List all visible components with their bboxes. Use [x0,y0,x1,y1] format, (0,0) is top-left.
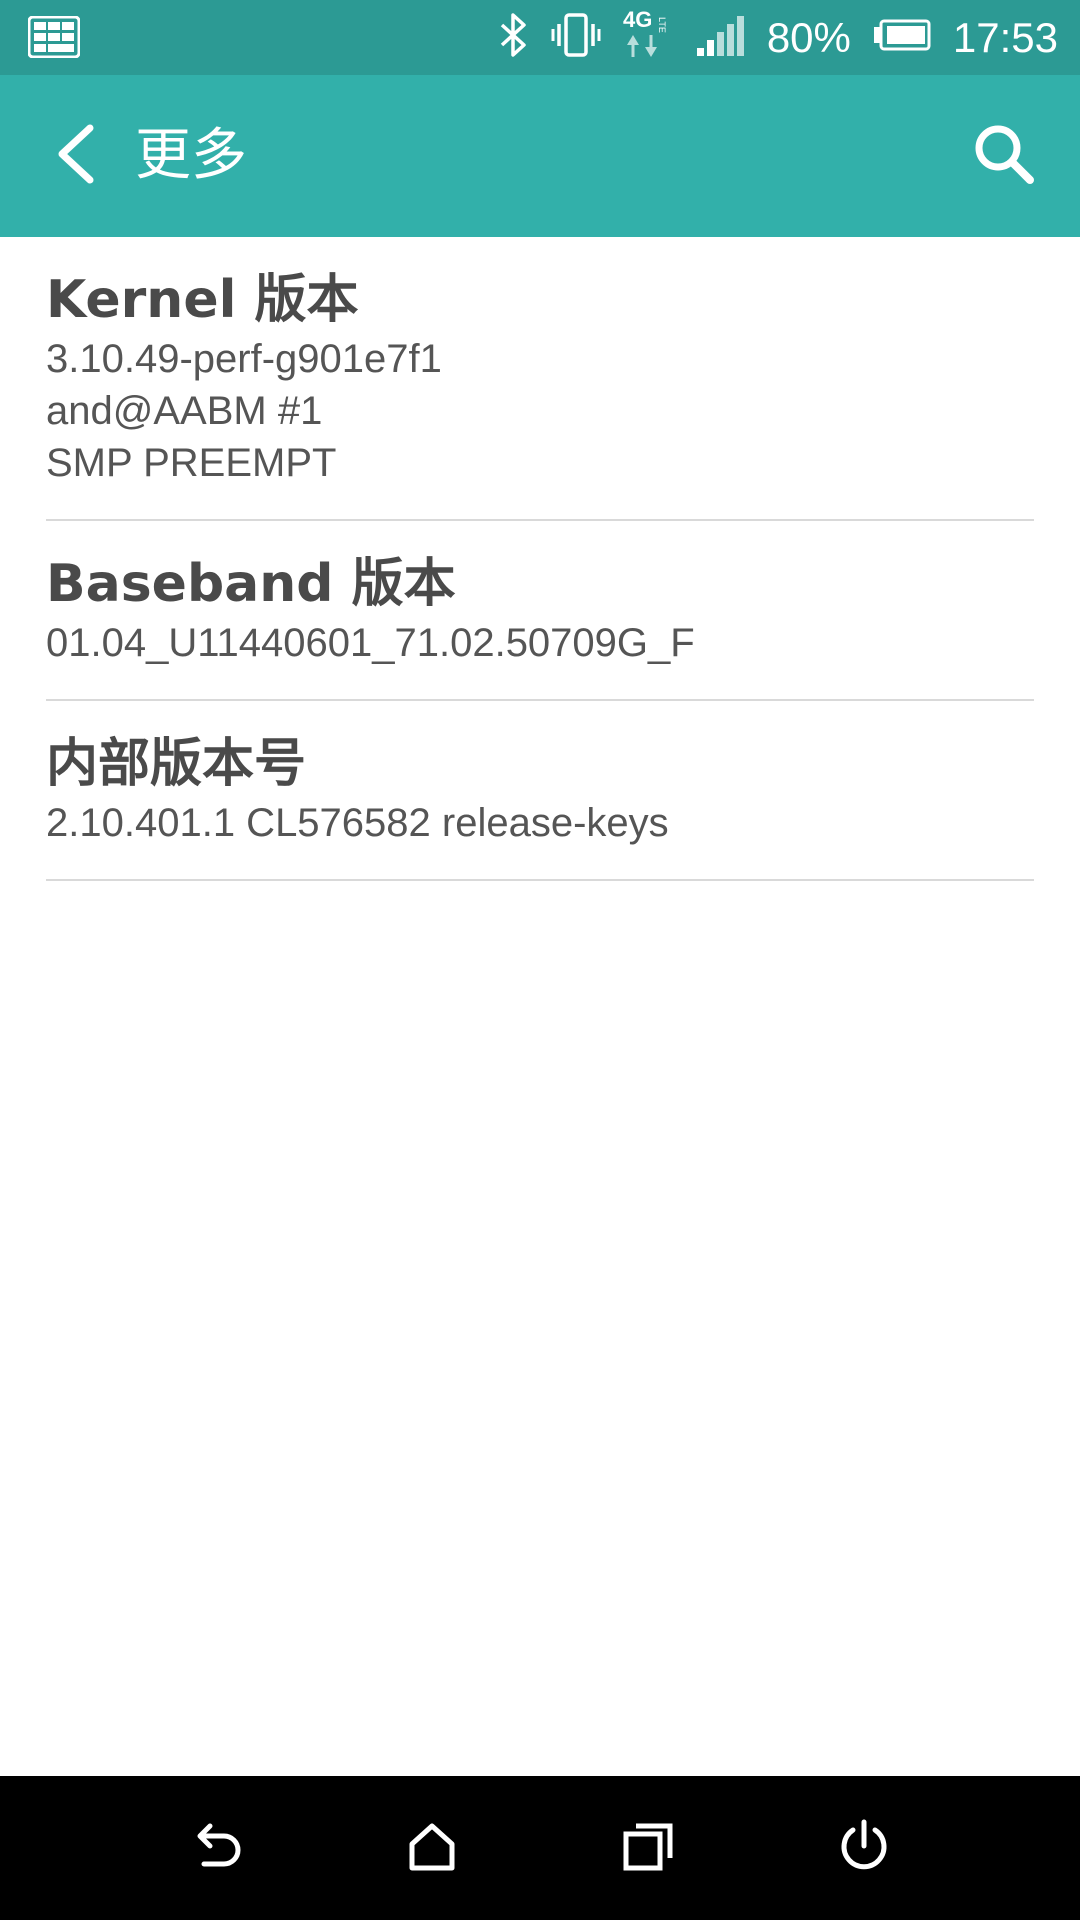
list-item-title: Kernel 版本 [46,270,359,330]
settings-list: Kernel 版本 3.10.49-perf-g901e7f1 and@AABM… [0,237,1080,881]
search-icon [972,122,1036,191]
list-item-value: 01.04_U11440601_71.02.50709G_F [46,621,695,665]
signal-icon [695,12,745,63]
nav-recents-button[interactable] [610,1810,686,1886]
vibrate-icon [551,12,601,63]
nav-power-button[interactable] [826,1810,902,1886]
list-item-baseband-version[interactable]: Baseband 版本 01.04_U11440601_71.02.50709G… [46,521,1034,701]
battery-icon [873,19,931,56]
app-bar: 更多 [0,75,1080,237]
nav-home-button[interactable] [394,1810,470,1886]
bluetooth-icon [499,12,529,63]
lte-4g-icon: 4G LTE [623,5,673,70]
search-button[interactable] [966,118,1042,194]
status-bar: 4G LTE 80% 17:53 [0,0,1080,75]
home-icon [402,1816,462,1881]
recents-icon [618,1816,678,1881]
back-icon [186,1816,246,1881]
back-chevron-icon [54,124,98,189]
notification-keyboard-icon [27,15,81,59]
back-button[interactable] [38,118,114,194]
clock: 17:53 [952,14,1058,61]
list-item-build-number[interactable]: 内部版本号 2.10.401.1 CL576582 release-keys [46,701,1034,881]
nav-back-button[interactable] [178,1810,254,1886]
list-item-kernel-version[interactable]: Kernel 版本 3.10.49-perf-g901e7f1 and@AABM… [46,237,1034,521]
list-item-title: 内部版本号 [46,734,307,794]
svg-text:LTE: LTE [657,17,667,33]
battery-percent: 80% [766,14,851,61]
list-item-value: 3.10.49-perf-g901e7f1 and@AABM #1 SMP PR… [46,337,442,485]
navigation-bar [0,1776,1080,1920]
list-item-title: Baseband 版本 [46,554,456,614]
page-title: 更多 [135,123,247,188]
power-icon [834,1816,894,1881]
svg-text:4G: 4G [623,7,652,32]
list-item-value: 2.10.401.1 CL576582 release-keys [46,801,669,845]
